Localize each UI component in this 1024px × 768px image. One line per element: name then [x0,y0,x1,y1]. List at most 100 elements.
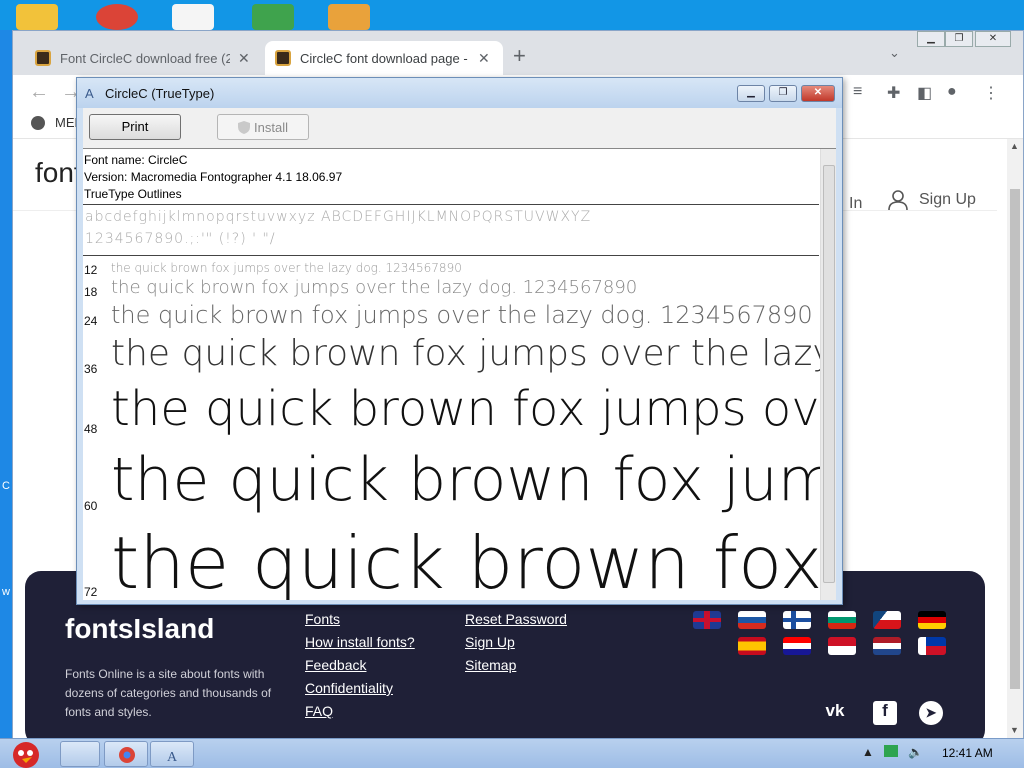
dialog-title: CircleC (TrueType) [105,86,215,101]
font-version-line: Version: Macromedia Fontographer 4.1 18.… [84,170,343,184]
desktop-chrome-icon[interactable] [96,4,138,30]
maximize-button[interactable]: ❐ [945,31,973,47]
start-button[interactable] [4,739,48,768]
more-menu-icon[interactable]: ⋮ [983,83,999,103]
flag-croatia-icon[interactable] [783,637,811,655]
sample-60: the quick brown fox jumps over the lazy … [111,445,836,515]
flag-netherlands-icon[interactable] [873,637,901,655]
font-outline-line: TrueType Outlines [84,187,182,201]
signup-link[interactable]: Sign Up [887,189,976,211]
close-tab-icon[interactable]: ✕ [238,50,250,67]
taskbar-font-viewer[interactable]: A [150,741,194,767]
font-info: Font name: CircleC Version: Macromedia F… [84,152,342,203]
dialog-maximize-button[interactable]: ❐ [769,85,797,102]
login-link[interactable]: In [849,195,862,213]
font-name-line: Font name: CircleC [84,153,188,167]
desktop-label-fragment: w [2,586,10,598]
scroll-down-icon[interactable]: ▼ [1010,725,1019,735]
telegram-icon[interactable]: ➤ [919,701,943,725]
size-label-36: 36 [84,362,98,376]
flag-russia-icon[interactable] [738,611,766,629]
footer-link-how-install[interactable]: How install fonts? [305,634,415,650]
desktop-shield-icon[interactable] [252,4,294,30]
desktop-game-icon[interactable] [328,4,370,30]
scroll-thumb[interactable] [1010,189,1020,689]
sample-48: the quick brown fox jumps over the lazy … [111,381,836,437]
flag-spain-icon[interactable] [738,637,766,655]
desktop-solitaire-icon[interactable] [172,4,214,30]
preview-scroll-thumb[interactable] [823,165,835,583]
sample-36: the quick brown fox jumps over the lazy … [111,333,836,374]
tab-font-download[interactable]: Font CircleC download free (2 ✕ [25,41,265,75]
size-label-72: 72 [84,585,98,599]
footer-link-fonts[interactable]: Fonts [305,611,340,627]
desktop-folder-icon[interactable] [16,4,58,30]
profile-icon[interactable]: ● [947,83,957,101]
flag-czech-icon[interactable] [873,611,901,629]
taskbar: A ▲ 🔈 12:41 AM [0,738,1024,768]
divider [83,255,819,256]
close-button[interactable]: ✕ [975,31,1011,47]
divider [83,204,819,205]
sample-12: the quick brown fox jumps over the lazy … [111,261,462,275]
footer-link-feedback[interactable]: Feedback [305,657,366,673]
chrome-icon [119,747,135,763]
footer-link-signup[interactable]: Sign Up [465,634,515,650]
scroll-up-icon[interactable]: ▲ [1010,141,1019,151]
flag-finland-icon[interactable] [783,611,811,629]
font-viewer-icon: A [167,750,178,765]
page-scrollbar[interactable]: ▲ ▼ [1007,139,1023,739]
desktop-icon-strip [0,0,1024,30]
size-label-60: 60 [84,499,98,513]
tab-circlec-page[interactable]: CircleC font download page - ✕ [265,41,503,75]
back-icon[interactable]: ← [29,81,49,104]
charset-digits: 1234567890.;:'" (!?) ' "/ [85,231,276,247]
size-label-18: 18 [84,285,98,299]
site-favicon-icon [35,50,51,66]
install-button[interactable]: Install [217,114,309,140]
tray-expand-icon[interactable]: ▲ [862,745,874,759]
footer-link-sitemap[interactable]: Sitemap [465,657,516,673]
vk-icon[interactable]: vk [823,701,847,725]
flag-indonesia-icon[interactable] [828,637,856,655]
extension-flag-icon[interactable]: ≡ [853,83,862,101]
footer-link-faq[interactable]: FAQ [305,703,333,719]
network-icon[interactable] [884,745,898,757]
taskbar-chrome[interactable] [104,741,148,767]
new-tab-button[interactable]: + [513,43,526,69]
footer-link-confidentiality[interactable]: Confidentiality [305,680,393,696]
puzzle-icon[interactable]: ✚ [887,83,900,103]
tab-search-chevron-icon[interactable]: ⌄ [889,45,900,61]
print-button[interactable]: Print [89,114,181,140]
svg-text:A: A [167,750,178,765]
side-panel-icon[interactable]: ◧ [917,83,932,103]
size-label-48: 48 [84,422,98,436]
font-preview-pane: Font name: CircleC Version: Macromedia F… [83,148,836,600]
site-favicon-icon [275,50,291,66]
browser-tab-strip: Font CircleC download free (2 ✕ CircleC … [13,31,1023,75]
dialog-toolbar: Print Install [83,108,836,148]
flag-philippines-icon[interactable] [918,637,946,655]
volume-icon[interactable]: 🔈 [908,745,923,759]
desktop-label-fragment: C [2,480,10,492]
dialog-close-button[interactable]: ✕ [801,85,835,102]
size-label-12: 12 [84,263,98,277]
clock[interactable]: 12:41 AM [942,746,993,760]
sample-72: the quick brown fox jumps over the lazy … [111,521,836,600]
font-viewer-dialog: A CircleC (TrueType) ▁ ❐ ✕ Print Install… [76,77,843,605]
flag-uk-icon[interactable] [693,611,721,629]
facebook-icon[interactable]: f [873,701,897,725]
footer-brand: fontsIsland [65,613,215,644]
taskbar-explorer[interactable] [60,741,100,767]
flag-bulgaria-icon[interactable] [828,611,856,629]
sample-24: the quick brown fox jumps over the lazy … [111,301,813,329]
footer-link-reset-password[interactable]: Reset Password [465,611,567,627]
dialog-minimize-button[interactable]: ▁ [737,85,765,102]
flag-germany-icon[interactable] [918,611,946,629]
menu-icon [31,115,45,130]
font-file-icon: A [85,86,94,101]
minimize-button[interactable]: ▁ [917,31,945,47]
dialog-titlebar[interactable]: A CircleC (TrueType) ▁ ❐ ✕ [77,78,842,108]
close-tab-icon[interactable]: ✕ [478,50,490,67]
preview-scrollbar[interactable] [820,149,836,600]
